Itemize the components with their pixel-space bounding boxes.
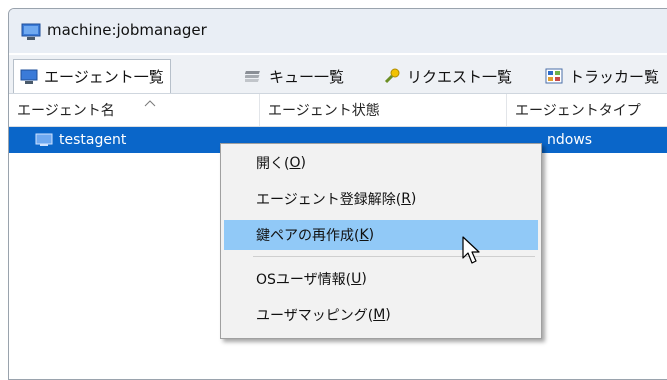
menu-item-label: 鍵ペアの再作成( xyxy=(256,228,360,244)
tab-label: トラッカー覧 xyxy=(569,67,660,86)
menu-item-user-mapping[interactable]: ユーザマッピング(M) xyxy=(224,300,538,330)
column-agent-status[interactable]: エージェント状態 xyxy=(260,94,506,126)
monitor-icon xyxy=(20,69,38,85)
menu-item-label-end: ) xyxy=(361,271,367,287)
menu-item-label-end: ) xyxy=(410,191,417,207)
tracker-icon xyxy=(545,68,563,84)
menu-item-unregister-agent[interactable]: エージェント登録解除(R) xyxy=(224,184,538,214)
column-agent-name[interactable]: エージェント名 xyxy=(9,94,259,126)
tab-strip: エージェント一覧 キュー一覧 リクエスト一覧 トラッカー覧 xyxy=(9,55,667,94)
tab-label: エージェント一覧 xyxy=(44,68,164,86)
column-agent-type[interactable]: エージェントタイプ xyxy=(507,94,667,126)
menu-item-label: ユーザマッピング( xyxy=(256,308,374,324)
menu-item-open[interactable]: 開く(O) xyxy=(224,148,538,178)
mouse-cursor-icon xyxy=(462,236,484,270)
menu-item-label: エージェント登録解除( xyxy=(256,192,402,208)
column-label: エージェント名 xyxy=(17,103,115,119)
menu-item-label: 開く( xyxy=(256,156,290,172)
menu-item-accelerator: M xyxy=(373,307,386,323)
column-label: エージェント状態 xyxy=(268,103,380,119)
menu-separator xyxy=(253,256,535,257)
cell-agent-type: ndows xyxy=(547,132,593,148)
tab-queue-list[interactable]: キュー一覧 xyxy=(239,61,350,91)
queue-icon xyxy=(245,68,263,84)
menu-item-accelerator: R xyxy=(401,191,411,207)
menu-item-label-end: ) xyxy=(300,155,306,171)
menu-item-label: OSユーザ情報( xyxy=(256,272,352,288)
tab-agent-list[interactable]: エージェント一覧 xyxy=(13,59,171,93)
menu-item-regenerate-keypair[interactable]: 鍵ペアの再作成(K) xyxy=(224,220,538,250)
tab-request-list[interactable]: リクエスト一覧 xyxy=(377,61,518,91)
menu-item-accelerator: O xyxy=(289,155,301,171)
window-title: machine:jobmanager xyxy=(47,21,207,39)
menu-item-label-end: ) xyxy=(385,307,391,323)
request-icon xyxy=(383,68,401,84)
monitor-icon xyxy=(35,133,53,151)
cell-agent-name: testagent xyxy=(59,132,127,148)
tab-label: リクエスト一覧 xyxy=(407,67,513,86)
monitor-icon xyxy=(21,23,41,45)
menu-item-label-end: ) xyxy=(368,227,375,243)
context-menu: 開く(O) エージェント登録解除(R) 鍵ペアの再作成(K) OSユーザ情報(U… xyxy=(220,143,542,339)
title-bar[interactable]: machine:jobmanager xyxy=(9,9,667,53)
column-label: エージェントタイプ xyxy=(515,103,641,119)
tab-tracker-list[interactable]: トラッカー覧 xyxy=(539,61,665,91)
menu-item-accelerator: U xyxy=(351,271,362,287)
sort-ascending-icon xyxy=(144,95,156,111)
menu-item-accelerator: K xyxy=(359,227,369,243)
column-header: エージェント名 エージェント状態 エージェントタイプ xyxy=(9,94,667,127)
tab-label: キュー一覧 xyxy=(269,67,345,86)
menu-item-os-user-info[interactable]: OSユーザ情報(U) xyxy=(224,264,538,294)
